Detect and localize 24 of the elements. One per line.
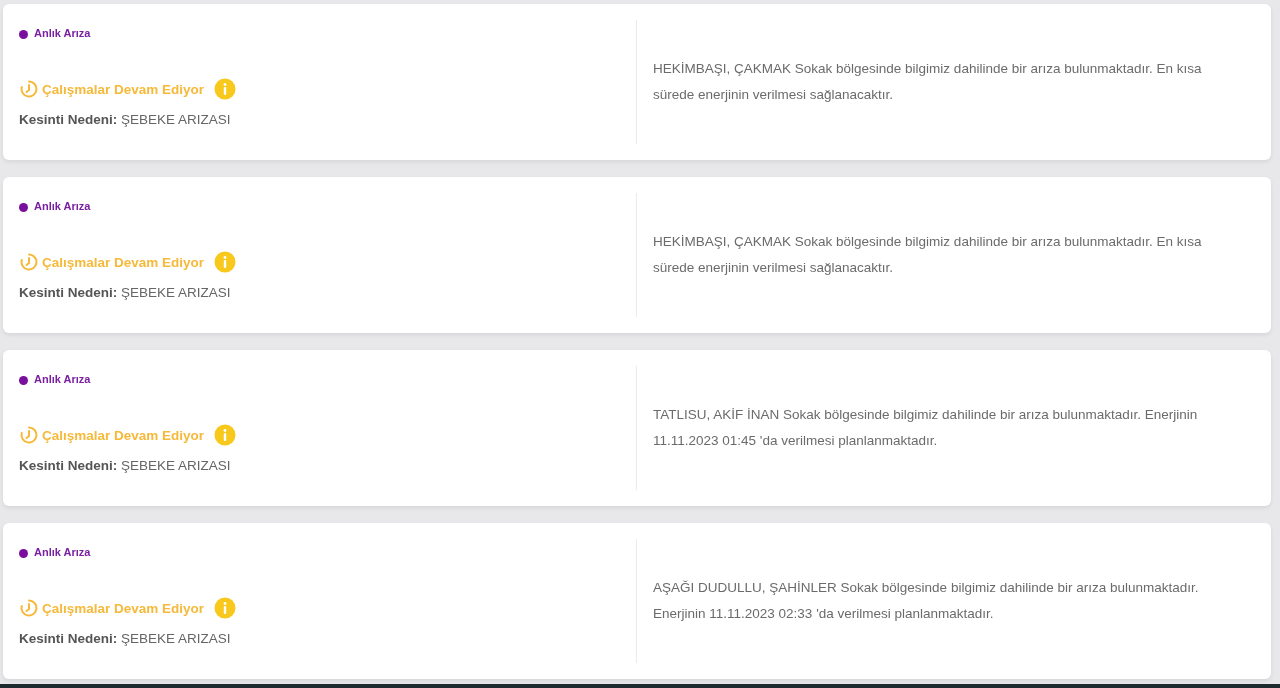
outage-description: TATLISU, AKİF İNAN Sokak bölgesinde bilgimiz dahilinde bir arıza bulunmaktadır. Enerjinin 11.11.2023 01:45 'da verilmesi planlanmaktadır. xyxy=(653,406,1199,450)
outage-description: HEKİMBAŞI, ÇAKMAK Sokak bölgesinde bilgimiz dahilinde bir arıza bulunmaktadır. En kısa sürede enerjinin verilmesi sağlanacaktır. xyxy=(653,233,1203,277)
clock-icon xyxy=(19,425,39,445)
outage-reason: Kesinti Nedeni: ŞEBEKE ARIZASI xyxy=(19,285,232,300)
info-icon[interactable] xyxy=(214,251,237,273)
clock-icon xyxy=(19,598,39,618)
status-text: Çalışmalar Devam Ediyor xyxy=(42,600,205,616)
status-text: Çalışmalar Devam Ediyor xyxy=(42,254,205,270)
outage-description: HEKİMBAŞI, ÇAKMAK Sokak bölgesinde bilgimiz dahilinde bir arıza bulunmaktadır. En kısa sürede enerjinin verilmesi sağlanacaktır. xyxy=(653,60,1203,104)
clock-icon xyxy=(19,252,39,272)
outage-type: Anlık Arıza xyxy=(34,545,91,558)
outage-reason: Kesinti Nedeni: ŞEBEKE ARIZASI xyxy=(19,112,232,127)
info-icon[interactable] xyxy=(214,597,237,619)
outage-type: Anlık Arıza xyxy=(34,199,91,212)
info-icon[interactable] xyxy=(214,424,237,446)
outage-reason: Kesinti Nedeni: ŞEBEKE ARIZASI xyxy=(19,631,232,646)
outage-type: Anlık Arıza xyxy=(34,372,91,385)
outage-description: AŞAĞI DUDULLU, ŞAHİNLER Sokak bölgesinde bilgimiz dahilinde bir arıza bulunmaktadır. Enerjinin 11.11.2023 02:33 'da verilmesi planlanmaktadır. xyxy=(653,579,1200,623)
status-text: Çalışmalar Devam Ediyor xyxy=(42,427,205,443)
info-icon[interactable] xyxy=(214,78,237,100)
status-text: Çalışmalar Devam Ediyor xyxy=(42,81,205,97)
outage-type: Anlık Arıza xyxy=(34,26,91,39)
clock-icon xyxy=(19,79,39,99)
outage-reason: Kesinti Nedeni: ŞEBEKE ARIZASI xyxy=(19,458,232,473)
